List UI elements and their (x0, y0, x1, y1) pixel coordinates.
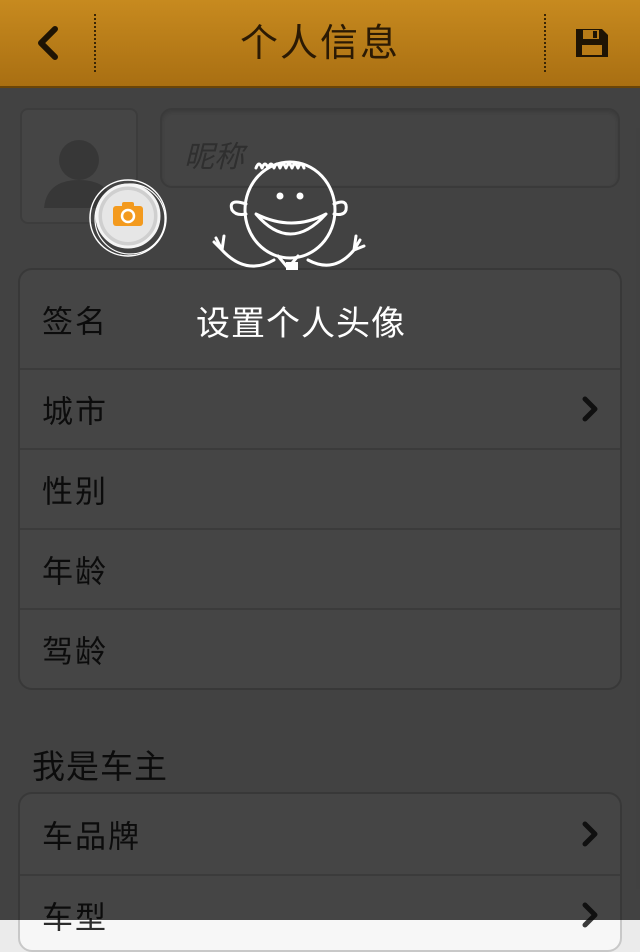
set-avatar-camera-button[interactable] (88, 178, 178, 262)
page-title: 个人信息 (239, 21, 400, 65)
list-item-car-brand[interactable]: 车品牌 (20, 794, 620, 874)
list-item-age[interactable]: 年龄 (20, 528, 620, 608)
row-label: 车型 (42, 900, 108, 937)
list-item-driving-years[interactable]: 驾龄 (20, 608, 620, 688)
save-button[interactable] (544, 0, 640, 86)
guide-hint-text: 设置个人头像 (196, 304, 406, 344)
chevron-right-icon (582, 821, 598, 847)
car-info-group: 车品牌 车型 (18, 792, 622, 952)
chevron-left-icon (38, 26, 58, 60)
chevron-right-icon (582, 396, 598, 422)
chevron-right-icon (582, 902, 598, 928)
row-label: 性别 (42, 474, 108, 511)
back-button[interactable] (0, 0, 96, 86)
smiling-mascot-illustration (212, 160, 366, 270)
row-label: 城市 (42, 394, 108, 431)
row-label: 驾龄 (42, 634, 108, 671)
row-label: 车品牌 (42, 819, 141, 856)
row-label: 签名 (42, 304, 108, 341)
row-label: 年龄 (42, 554, 108, 591)
list-item-gender[interactable]: 性别 (20, 448, 620, 528)
floppy-disk-icon (576, 29, 608, 57)
list-item-city[interactable]: 城市 (20, 368, 620, 448)
camera-icon (89, 179, 167, 257)
section-title: 我是车主 (32, 747, 168, 786)
top-bar: 个人信息 (0, 0, 640, 88)
list-item-car-model[interactable]: 车型 (20, 874, 620, 950)
